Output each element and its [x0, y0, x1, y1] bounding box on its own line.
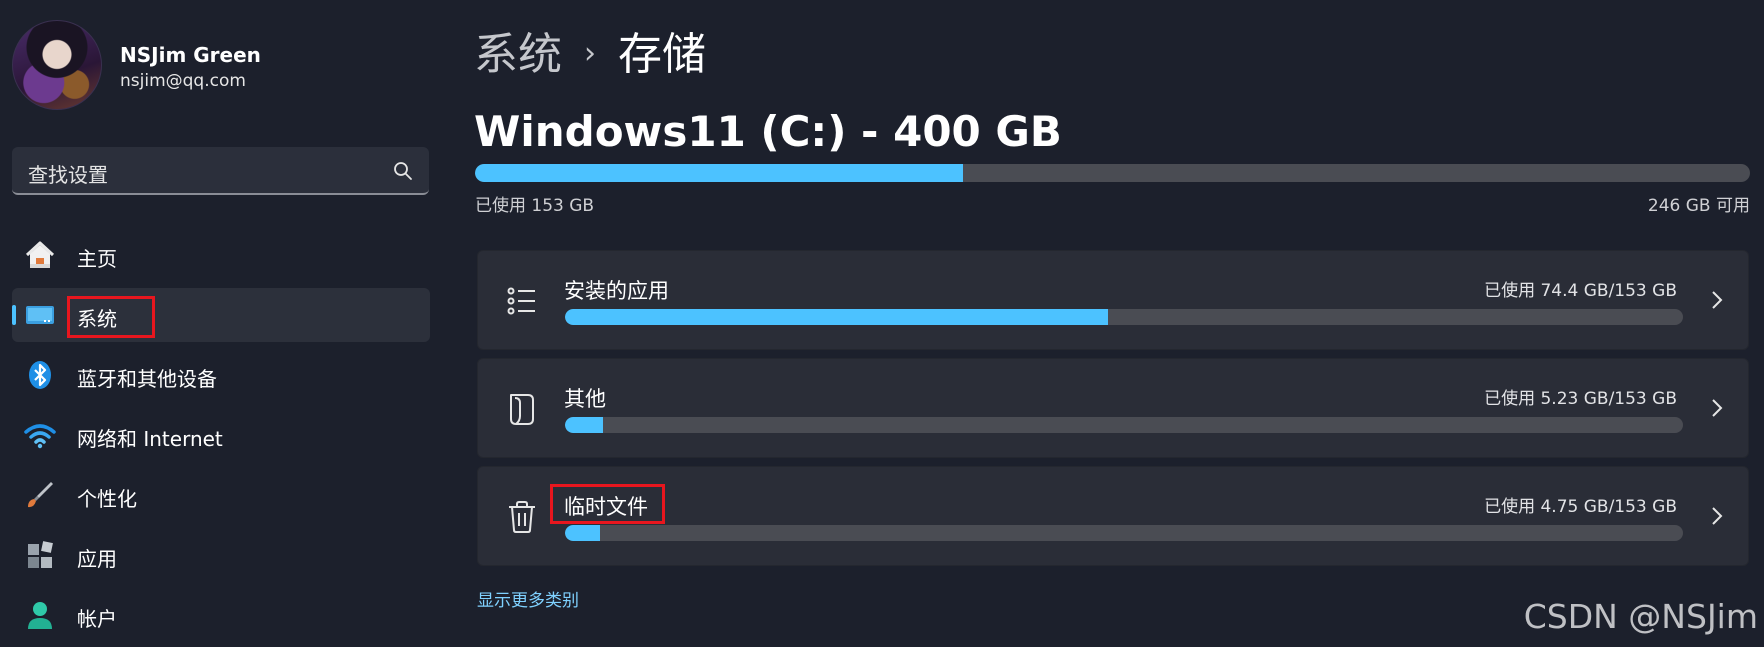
search-icon[interactable] [393, 161, 413, 181]
watermark: CSDN @NSJim [1523, 597, 1758, 636]
sidebar-item-label: 个性化 [77, 487, 137, 511]
drive-title: Windows11 (C:) - 400 GB [474, 107, 1062, 156]
category-usage-fill [565, 309, 1109, 325]
sidebar-item-label: 主页 [77, 247, 117, 271]
sidebar-item-label: 网络和 Internet [77, 427, 223, 451]
category-card-temp-files[interactable]: 临时文件 已使用 4.75 GB/153 GB [477, 466, 1749, 566]
settings-window: NSJim Green nsjim@qq.com 查找设置 主页 系统 蓝牙和其… [0, 0, 1764, 647]
annotation-highlight-temp-files [550, 484, 665, 524]
category-usage-bar [565, 309, 1683, 325]
category-usage-fill [565, 525, 600, 541]
category-usage-bar [565, 525, 1683, 541]
category-usage-fill [565, 417, 603, 433]
selection-indicator [12, 305, 16, 325]
account-icon [28, 602, 52, 629]
category-usage: 已使用 5.23 GB/153 GB [1484, 389, 1677, 409]
annotation-highlight-system [67, 296, 155, 338]
wifi-icon [24, 424, 56, 449]
sidebar-item-label: 蓝牙和其他设备 [77, 367, 217, 391]
category-usage-bar [565, 417, 1683, 433]
sidebar-item-personalization[interactable]: 个性化 [12, 468, 430, 522]
show-more-categories-link[interactable]: 显示更多类别 [477, 586, 579, 611]
breadcrumb-separator: › [584, 36, 596, 71]
bluetooth-icon [29, 361, 51, 389]
sidebar-item-bluetooth[interactable]: 蓝牙和其他设备 [12, 348, 430, 402]
category-card-other[interactable]: 其他 已使用 5.23 GB/153 GB [477, 358, 1749, 458]
chevron-right-icon [1712, 399, 1723, 417]
chevron-right-icon [1712, 507, 1723, 525]
category-usage: 已使用 4.75 GB/153 GB [1484, 497, 1677, 517]
apps-icon [28, 541, 53, 568]
search-input[interactable]: 查找设置 [12, 147, 429, 195]
list-icon [507, 287, 535, 315]
home-icon [25, 241, 55, 268]
sidebar-item-network[interactable]: 网络和 Internet [12, 408, 430, 462]
user-avatar[interactable] [12, 20, 102, 110]
chevron-right-icon [1712, 291, 1723, 309]
trash-icon [509, 501, 535, 533]
category-title: 其他 [564, 387, 606, 411]
sidebar-item-apps[interactable]: 应用 [12, 528, 430, 582]
sidebar-item-home[interactable]: 主页 [12, 228, 430, 282]
page-title: 存储 [618, 29, 706, 80]
breadcrumb-parent[interactable]: 系统 [474, 29, 562, 80]
sidebar: NSJim Green nsjim@qq.com 查找设置 主页 系统 蓝牙和其… [0, 0, 440, 647]
drive-usage-fill [475, 164, 964, 182]
category-card-installed-apps[interactable]: 安装的应用 已使用 74.4 GB/153 GB [477, 250, 1749, 350]
user-email: nsjim@qq.com [120, 71, 246, 91]
sidebar-item-account[interactable]: 帐户 [12, 588, 430, 642]
brush-icon [28, 482, 53, 508]
system-display-icon [26, 306, 54, 324]
search-placeholder: 查找设置 [28, 163, 108, 187]
category-usage: 已使用 74.4 GB/153 GB [1484, 281, 1677, 301]
drive-free-text: 246 GB 可用 [1647, 196, 1750, 216]
sidebar-item-label: 帐户 [77, 607, 117, 631]
drive-used-text: 已使用 153 GB [475, 196, 595, 216]
breadcrumb: 系统 › 存储 [474, 18, 706, 82]
category-title: 安装的应用 [564, 279, 669, 303]
user-name: NSJim Green [120, 43, 261, 67]
document-icon [510, 394, 534, 425]
sidebar-item-label: 应用 [77, 547, 117, 571]
drive-usage-bar [475, 164, 1750, 182]
